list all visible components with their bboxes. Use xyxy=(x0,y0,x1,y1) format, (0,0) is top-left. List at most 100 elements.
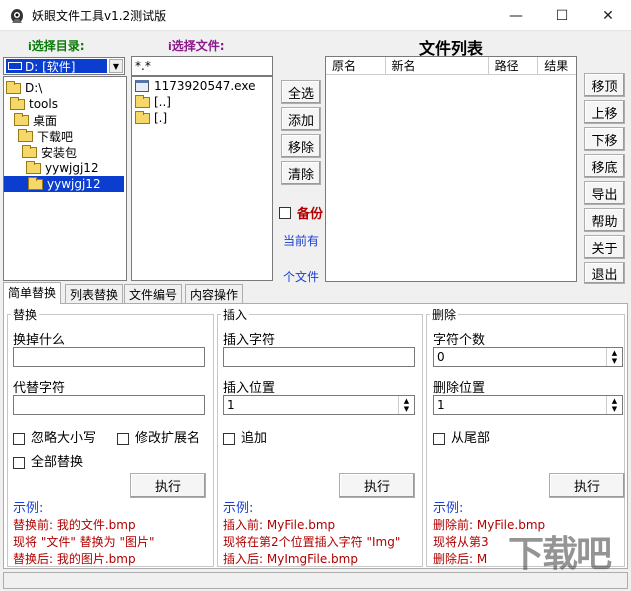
file-item[interactable]: 1173920547.exe xyxy=(135,78,255,94)
delete-run-button[interactable]: 执行 xyxy=(549,473,625,498)
maximize-button[interactable]: ☐ xyxy=(539,0,585,31)
tree-item[interactable]: yywjgj12 xyxy=(4,176,124,192)
file-item[interactable]: [..] xyxy=(135,94,171,110)
move-top-button[interactable]: 移顶 xyxy=(584,73,625,97)
example-line: 插入后: MyImgFile.bmp xyxy=(223,552,358,566)
exe-file-icon xyxy=(135,80,149,92)
close-button[interactable]: ✕ xyxy=(585,0,631,31)
app-eye-icon xyxy=(11,9,23,23)
replace-run-button[interactable]: 执行 xyxy=(130,473,206,498)
move-down-button[interactable]: 下移 xyxy=(584,127,625,151)
minimize-button[interactable]: — xyxy=(493,0,539,31)
folder-open-icon xyxy=(28,176,43,190)
chevron-down-icon[interactable]: ▼ xyxy=(109,59,123,73)
folder-icon xyxy=(26,160,41,174)
replace-label: 代替字符 xyxy=(13,381,66,396)
delete-pos-label: 删除位置 xyxy=(433,381,486,396)
tree-item[interactable]: 安装包 xyxy=(22,144,77,160)
column-header[interactable]: 路径 xyxy=(489,57,539,74)
move-bottom-button[interactable]: 移底 xyxy=(584,154,625,178)
example-line: 现将从第3 xyxy=(433,535,489,549)
delete-group-title: 删除 xyxy=(430,306,459,323)
file-list-table[interactable]: 原名 新名 路径 结果 xyxy=(325,56,577,282)
select-file-label: ⅰ选择文件: xyxy=(168,39,225,53)
drive-select[interactable]: D: [软件] ▼ xyxy=(3,57,125,75)
column-header[interactable]: 结果 xyxy=(538,57,576,74)
example-title: 示例: xyxy=(13,501,44,516)
insert-pos-spinner[interactable]: 1 ▲ ▼ xyxy=(223,395,415,415)
file-count-line1: 当前有 xyxy=(283,234,320,248)
spinner-arrows-icon[interactable]: ▲ ▼ xyxy=(606,348,622,366)
append-checkbox[interactable]: 追加 xyxy=(223,427,267,446)
folder-icon xyxy=(135,110,150,124)
insert-run-button[interactable]: 执行 xyxy=(339,473,415,498)
folder-icon xyxy=(22,144,37,158)
from-end-checkbox[interactable]: 从尾部 xyxy=(433,427,490,446)
checkbox-box[interactable] xyxy=(13,456,25,469)
folder-icon xyxy=(14,112,29,126)
checkbox-box[interactable] xyxy=(223,432,235,445)
add-button[interactable]: 添加 xyxy=(281,107,321,131)
checkbox-box[interactable] xyxy=(117,432,129,445)
tab-content-ops[interactable]: 内容操作 xyxy=(185,284,244,303)
insert-pos-label: 插入位置 xyxy=(223,381,276,396)
watermark-logo: 下载吧 xyxy=(508,534,612,575)
tab-list-replace[interactable]: 列表替换 xyxy=(65,284,124,303)
tab-simple-replace[interactable]: 简单替换 xyxy=(3,282,62,304)
replace-all-checkbox[interactable]: 全部替换 xyxy=(13,451,83,470)
example-line: 删除后: M xyxy=(433,552,488,566)
tree-item[interactable]: yywjgj12 xyxy=(26,160,99,176)
table-header: 原名 新名 路径 结果 xyxy=(326,57,576,75)
tree-item[interactable]: 下载吧 xyxy=(18,128,73,144)
example-title: 示例: xyxy=(223,501,254,516)
help-button[interactable]: 帮助 xyxy=(584,208,625,232)
example-line: 替换前: 我的文件.bmp xyxy=(13,518,136,532)
about-button[interactable]: 关于 xyxy=(584,235,625,259)
select-dir-label: ⅰ选择目录: xyxy=(28,39,85,53)
export-button[interactable]: 导出 xyxy=(584,181,625,205)
folder-icon xyxy=(18,128,33,142)
insert-chars-input[interactable] xyxy=(223,347,415,367)
insert-chars-label: 插入字符 xyxy=(223,333,276,348)
insert-group-title: 插入 xyxy=(221,306,250,323)
delete-count-spinner[interactable]: 0 ▲ ▼ xyxy=(433,347,623,367)
find-input[interactable] xyxy=(13,347,205,367)
example-title: 示例: xyxy=(433,501,464,516)
status-bar xyxy=(3,572,628,589)
filter-input[interactable]: *.* xyxy=(131,56,273,76)
replace-input[interactable] xyxy=(13,395,205,415)
backup-checkbox[interactable]: 备份 xyxy=(279,203,323,222)
directory-tree[interactable]: D:\ tools 桌面 下载吧 安装包 yywjgj12 yywjgj12 xyxy=(3,76,127,281)
exit-button[interactable]: 退出 xyxy=(584,262,625,284)
tab-file-number[interactable]: 文件编号 xyxy=(124,284,183,303)
example-line: 现将在第2个位置插入字符 "Img" xyxy=(223,535,401,549)
tree-item[interactable]: 桌面 xyxy=(14,112,57,128)
checkbox-box[interactable] xyxy=(433,432,445,445)
folder-icon xyxy=(10,96,25,110)
window-title: 妖眼文件工具v1.2测试版 xyxy=(32,9,167,23)
checkbox-box[interactable] xyxy=(279,206,291,219)
example-line: 现将 "文件" 替换为 "图片" xyxy=(13,535,155,549)
example-line: 替换后: 我的图片.bmp xyxy=(13,552,136,566)
spinner-arrows-icon[interactable]: ▲ ▼ xyxy=(398,396,414,414)
clear-button[interactable]: 清除 xyxy=(281,161,321,185)
tree-item[interactable]: tools xyxy=(10,96,58,112)
file-item[interactable]: [.] xyxy=(135,110,167,126)
folder-icon xyxy=(135,94,150,108)
file-listbox[interactable]: 1173920547.exe [..] [.] xyxy=(131,76,273,281)
delete-pos-spinner[interactable]: 1 ▲ ▼ xyxy=(433,395,623,415)
replace-group-title: 替换 xyxy=(11,306,40,323)
move-up-button[interactable]: 上移 xyxy=(584,100,625,124)
select-all-button[interactable]: 全选 xyxy=(281,80,321,104)
spinner-arrows-icon[interactable]: ▲ ▼ xyxy=(606,396,622,414)
checkbox-box[interactable] xyxy=(13,432,25,445)
change-ext-checkbox[interactable]: 修改扩展名 xyxy=(117,427,200,446)
column-header[interactable]: 新名 xyxy=(386,57,489,74)
remove-button[interactable]: 移除 xyxy=(281,134,321,158)
folder-icon xyxy=(6,80,21,94)
file-count-line2: 个文件 xyxy=(283,270,320,284)
tree-item[interactable]: D:\ xyxy=(6,80,42,96)
column-header[interactable]: 原名 xyxy=(326,57,386,74)
ignore-case-checkbox[interactable]: 忽略大小写 xyxy=(13,427,96,446)
delete-count-label: 字符个数 xyxy=(433,333,486,348)
